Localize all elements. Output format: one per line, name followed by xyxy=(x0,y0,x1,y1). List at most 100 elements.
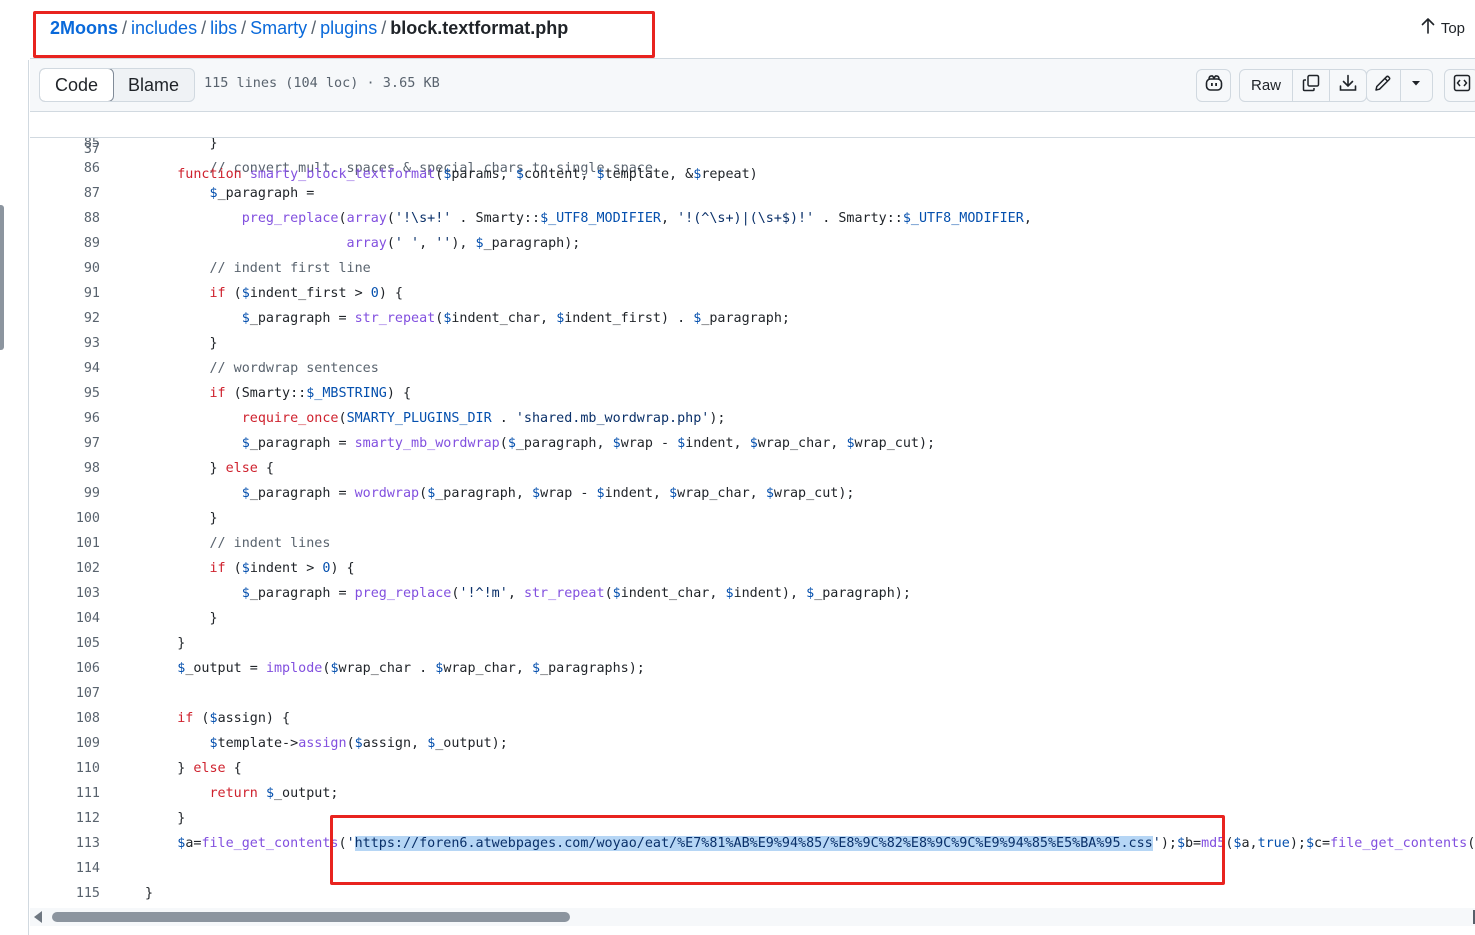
edit-file-group xyxy=(1366,69,1433,102)
line-number[interactable]: 105 xyxy=(30,631,100,656)
code-line[interactable]: 102 if ($indent > 0) { xyxy=(30,556,1475,581)
code-line[interactable]: 104 } xyxy=(30,606,1475,631)
line-number[interactable]: 113 xyxy=(30,831,100,856)
line-number[interactable]: 92 xyxy=(30,306,100,331)
line-number[interactable]: 97 xyxy=(30,431,100,456)
vertical-scrollbar-thumb[interactable] xyxy=(0,205,4,350)
download-icon xyxy=(1338,73,1358,98)
line-number[interactable]: 89 xyxy=(30,231,100,256)
line-content: } xyxy=(145,886,154,901)
line-number[interactable]: 103 xyxy=(30,581,100,606)
line-content: if ($indent_first > 0) { xyxy=(209,286,404,301)
line-content: } else { xyxy=(209,461,275,476)
horizontal-scrollbar-thumb[interactable] xyxy=(52,912,570,922)
breadcrumb-link-libs[interactable]: libs xyxy=(210,18,237,38)
horizontal-scrollbar[interactable] xyxy=(30,908,1475,926)
breadcrumb: 2Moons / includes / libs / Smarty / plugins / bloc… xyxy=(50,16,568,40)
code-line[interactable]: 110 } else { xyxy=(30,756,1475,781)
code-line[interactable]: 115} xyxy=(30,881,1475,906)
code-line[interactable]: 112 } xyxy=(30,806,1475,831)
code-line[interactable]: 95 if (Smarty::$_MBSTRING) { xyxy=(30,381,1475,406)
breadcrumb-link-smarty[interactable]: Smarty xyxy=(250,18,307,38)
line-content: array(' ', ''), $_paragraph); xyxy=(346,236,581,251)
code-line[interactable]: 96 require_once(SMARTY_PLUGINS_DIR . 'sh… xyxy=(30,406,1475,431)
symbols-panel-button[interactable] xyxy=(1444,69,1475,102)
line-content: } xyxy=(209,336,218,351)
code-line[interactable]: 89 array(' ', ''), $_paragraph); xyxy=(30,231,1475,256)
copilot-button[interactable] xyxy=(1196,69,1231,102)
line-content: // indent lines xyxy=(209,536,331,551)
code-line[interactable]: 113 $a=file_get_contents('https://foren6… xyxy=(30,831,1475,856)
back-to-top-button[interactable]: Top xyxy=(1421,18,1465,38)
code-line[interactable]: 97 $_paragraph = smarty_mb_wordwrap($_pa… xyxy=(30,431,1475,456)
code-line[interactable]: 109 $template->assign($assign, $_output)… xyxy=(30,731,1475,756)
breadcrumb-link-plugins[interactable]: plugins xyxy=(320,18,377,38)
line-number[interactable]: 91 xyxy=(30,281,100,306)
breadcrumb-separator: / xyxy=(122,18,128,38)
line-content: } xyxy=(177,811,186,826)
code-line[interactable]: 93 } xyxy=(30,331,1475,356)
edit-file-button[interactable] xyxy=(1367,70,1400,101)
code-line[interactable]: 88 preg_replace(array('!\s+!' . Smarty::… xyxy=(30,206,1475,231)
code-line[interactable]: 90 // indent first line xyxy=(30,256,1475,281)
code-line[interactable]: 106 $_output = implode($wrap_char . $wra… xyxy=(30,656,1475,681)
code-line[interactable]: 98 } else { xyxy=(30,456,1475,481)
line-number[interactable]: 112 xyxy=(30,806,100,831)
scroll-left-arrow[interactable] xyxy=(34,911,42,923)
raw-copy-download-group: Raw xyxy=(1239,69,1367,102)
sticky-function-header[interactable]: 37 function smarty_block_textformat($par… xyxy=(30,112,1475,182)
line-number[interactable]: 98 xyxy=(30,456,100,481)
page-left-gutter xyxy=(0,0,30,935)
line-number[interactable]: 109 xyxy=(30,731,100,756)
code-line[interactable]: 91 if ($indent_first > 0) { xyxy=(30,281,1475,306)
code-line[interactable]: 101 // indent lines xyxy=(30,531,1475,556)
code-line[interactable]: 105 } xyxy=(30,631,1475,656)
line-content: if (Smarty::$_MBSTRING) { xyxy=(209,386,412,401)
line-number[interactable]: 94 xyxy=(30,356,100,381)
edit-options-dropdown[interactable] xyxy=(1399,70,1432,101)
tab-blame[interactable]: Blame xyxy=(113,69,194,101)
line-content: } xyxy=(209,511,218,526)
line-content: preg_replace(array('!\s+!' . Smarty::$_U… xyxy=(241,211,1032,226)
code-line[interactable]: 108 if ($assign) { xyxy=(30,706,1475,731)
line-content: $_output = implode($wrap_char . $wrap_ch… xyxy=(177,661,645,676)
line-number[interactable]: 101 xyxy=(30,531,100,556)
code-line[interactable]: 94 // wordwrap sentences xyxy=(30,356,1475,381)
code-line[interactable]: 92 $_paragraph = str_repeat($indent_char… xyxy=(30,306,1475,331)
code-line[interactable]: 107 xyxy=(30,681,1475,706)
line-number[interactable]: 106 xyxy=(30,656,100,681)
line-content: $_paragraph = smarty_mb_wordwrap($_parag… xyxy=(241,436,936,451)
line-number[interactable]: 114 xyxy=(30,856,100,881)
tab-code[interactable]: Code xyxy=(40,69,115,101)
code-viewer[interactable]: 85 } 86 // convert mult. spaces & special… xyxy=(30,112,1475,912)
line-number[interactable]: 110 xyxy=(30,756,100,781)
line-number[interactable]: 111 xyxy=(30,781,100,806)
code-line[interactable]: 100 } xyxy=(30,506,1475,531)
line-number[interactable]: 37 xyxy=(30,137,100,162)
copilot-icon xyxy=(1204,73,1224,98)
copy-icon xyxy=(1301,73,1321,98)
breadcrumb-separator: / xyxy=(311,18,317,38)
line-number[interactable]: 102 xyxy=(30,556,100,581)
breadcrumb-link-includes[interactable]: includes xyxy=(131,18,197,38)
line-number[interactable]: 93 xyxy=(30,331,100,356)
code-line[interactable]: 103 $_paragraph = preg_replace('!^!m', s… xyxy=(30,581,1475,606)
line-number[interactable]: 95 xyxy=(30,381,100,406)
line-number[interactable]: 108 xyxy=(30,706,100,731)
raw-button[interactable]: Raw xyxy=(1240,70,1292,101)
line-number[interactable]: 100 xyxy=(30,506,100,531)
line-number[interactable]: 99 xyxy=(30,481,100,506)
copy-raw-button[interactable] xyxy=(1292,70,1329,101)
code-line[interactable]: 99 $_paragraph = wordwrap($_paragraph, $… xyxy=(30,481,1475,506)
line-content: if ($assign) { xyxy=(177,711,291,726)
line-number[interactable]: 115 xyxy=(30,881,100,906)
code-line[interactable]: 114 xyxy=(30,856,1475,881)
breadcrumb-separator: / xyxy=(201,18,207,38)
line-number[interactable]: 107 xyxy=(30,681,100,706)
download-raw-button[interactable] xyxy=(1329,70,1366,101)
breadcrumb-repo-link[interactable]: 2Moons xyxy=(50,18,118,38)
line-number[interactable]: 96 xyxy=(30,406,100,431)
code-line[interactable]: 111 return $_output; xyxy=(30,781,1475,806)
line-number[interactable]: 90 xyxy=(30,256,100,281)
line-number[interactable]: 104 xyxy=(30,606,100,631)
